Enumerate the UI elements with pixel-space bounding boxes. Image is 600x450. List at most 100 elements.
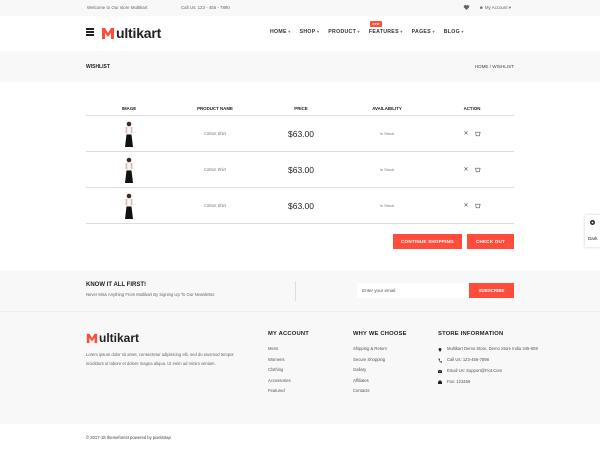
availability-status: in Stock bbox=[379, 203, 395, 208]
table-row: Cotton Shirt $63.00 in Stock ✕ bbox=[86, 188, 514, 224]
continue-shopping-button[interactable]: CONTINUE SHOPPING bbox=[393, 234, 462, 249]
store-fax-text: Fax: 123456 bbox=[447, 379, 471, 384]
add-to-cart-icon[interactable] bbox=[474, 131, 481, 137]
footer-link-affiliates[interactable]: Affiliates bbox=[353, 378, 407, 389]
hamburger-menu-icon[interactable] bbox=[86, 28, 94, 36]
logo-text: ultikart bbox=[99, 331, 140, 345]
chevron-down-icon: ▾ bbox=[432, 29, 435, 34]
footer-store-information: STORE INFORMATION Multikart Demo Store, … bbox=[438, 331, 538, 390]
nav-product-label: PRODUCT bbox=[328, 29, 357, 35]
product-name[interactable]: Cotton Shirt bbox=[172, 152, 258, 187]
logo[interactable]: ultikart bbox=[101, 23, 161, 43]
chevron-down-icon: ▾ bbox=[316, 29, 320, 34]
footer-link-womens[interactable]: Womens bbox=[268, 357, 309, 368]
table-row: Cotton Shirt $63.00 in Stock ✕ bbox=[86, 116, 514, 152]
my-account-label: My Account bbox=[484, 5, 508, 10]
footer-link-gallery[interactable]: Gallary bbox=[353, 367, 407, 378]
subscribe-button[interactable]: SUBSCRIBE bbox=[469, 283, 514, 298]
fax-icon bbox=[438, 380, 442, 384]
theme-side-panel[interactable]: Dark bbox=[585, 215, 600, 247]
nav-features[interactable]: FEATURES ▾ bbox=[369, 29, 403, 35]
header-price: PRICE bbox=[294, 106, 308, 111]
chevron-down-icon: ▾ bbox=[508, 5, 511, 10]
map-marker-icon bbox=[438, 347, 442, 352]
footer-why-we-choose: WHY WE CHOOSE Shipping & Return Secure S… bbox=[353, 331, 407, 399]
footer-link-accessories[interactable]: Accessories bbox=[268, 378, 309, 389]
chevron-down-icon: ▾ bbox=[357, 29, 360, 34]
phone-icon bbox=[438, 358, 442, 363]
chevron-down-icon: ▾ bbox=[288, 29, 291, 34]
header-image: IMAGE bbox=[121, 106, 137, 111]
product-image[interactable] bbox=[122, 120, 136, 148]
availability-status: in Stock bbox=[379, 131, 395, 136]
bottom-bar: © 2017-18 themeforest powered by pixelst… bbox=[0, 425, 600, 450]
product-image[interactable] bbox=[122, 192, 136, 220]
dark-mode-toggle[interactable]: Dark bbox=[588, 236, 598, 241]
product-name[interactable]: Cotton Shirt bbox=[172, 116, 258, 151]
remove-icon[interactable]: ✕ bbox=[463, 202, 468, 209]
header-action: ACTION bbox=[463, 106, 481, 111]
footer-logo[interactable]: ultikart bbox=[86, 331, 139, 345]
footer-column-title: MY ACCOUNT bbox=[268, 331, 309, 337]
nav-home-label: HOME bbox=[270, 29, 287, 35]
new-badge: new bbox=[370, 21, 383, 27]
store-email: Email Us: Support@Fiot.Com bbox=[438, 368, 538, 374]
footer-link-featured[interactable]: Featured bbox=[268, 388, 309, 399]
footer-column-title: STORE INFORMATION bbox=[438, 331, 504, 337]
add-to-cart-icon[interactable] bbox=[474, 167, 481, 173]
product-price: $63.00 bbox=[288, 128, 314, 139]
nav-product[interactable]: PRODUCT ▾ bbox=[328, 29, 360, 35]
header-product-name: PRODUCT NAME bbox=[197, 106, 233, 111]
nav-blog-label: BLOG bbox=[443, 29, 460, 35]
nav-features-label: FEATURES bbox=[368, 29, 399, 35]
breadcrumb[interactable]: HOME / WISHLIST bbox=[475, 64, 514, 69]
copyright-text: © 2017-18 themeforest powered by pixelst… bbox=[86, 435, 171, 440]
top-bar: Welcome to Our store Multikart Call Us: … bbox=[0, 0, 600, 16]
nav-home[interactable]: HOME ▾ bbox=[270, 29, 291, 35]
wishlist-table: IMAGE PRODUCT NAME PRICE AVAILABILITY AC… bbox=[86, 102, 514, 224]
footer-link-contacts[interactable]: Contacts bbox=[353, 388, 407, 399]
newsletter-section: KNOW IT ALL FIRST! Never Miss Anything F… bbox=[0, 271, 600, 312]
footer: ultikart Lorem ipsum dolor sit amet, con… bbox=[0, 312, 600, 424]
logo-m-mark bbox=[102, 28, 114, 39]
footer-link-shipping[interactable]: Shipping & Return bbox=[353, 346, 407, 357]
footer-column-title: WHY WE CHOOSE bbox=[353, 331, 407, 337]
nav-blog[interactable]: BLOG ▾ bbox=[444, 29, 464, 35]
email-input[interactable]: Enter your email bbox=[357, 283, 469, 298]
product-name[interactable]: Cotton Shirt bbox=[172, 188, 258, 223]
store-fax: Fax: 123456 bbox=[438, 379, 538, 385]
nav-shop-label: SHOP bbox=[299, 29, 316, 35]
divider bbox=[295, 281, 296, 301]
heart-icon[interactable] bbox=[463, 4, 470, 11]
remove-icon[interactable]: ✕ bbox=[463, 166, 468, 173]
availability-status: in Stock bbox=[379, 167, 395, 172]
product-price: $63.00 bbox=[288, 200, 314, 211]
main-nav: HOME ▾ SHOP ▾ PRODUCT ▾ FEATURES ▾ PAGES ▾ BL… bbox=[270, 21, 473, 35]
add-to-cart-icon[interactable] bbox=[474, 203, 481, 209]
footer-link-clothing[interactable]: Clothing bbox=[268, 367, 309, 378]
envelope-icon bbox=[438, 369, 442, 373]
store-phone: Call Us: 123-456-7898 bbox=[438, 357, 538, 363]
store-address-text: Multikart Demo Store, Demo Store India 3… bbox=[447, 346, 538, 351]
newsletter-heading: KNOW IT ALL FIRST! bbox=[86, 282, 146, 288]
footer-link-secure-shopping[interactable]: Secure Shopping bbox=[353, 357, 407, 368]
product-price: $63.00 bbox=[288, 164, 314, 175]
footer-link-mens[interactable]: Mens bbox=[268, 346, 309, 357]
chevron-down-icon: ▾ bbox=[400, 29, 403, 34]
main-header: ultikart HOME ▾ SHOP ▾ PRODUCT ▾ FEATURES ▾ … bbox=[0, 16, 600, 50]
breadcrumb-section: WISHLIST HOME / WISHLIST bbox=[0, 51, 600, 82]
product-image[interactable] bbox=[122, 156, 136, 184]
nav-pages-label: PAGES bbox=[411, 29, 431, 35]
remove-icon[interactable]: ✕ bbox=[463, 130, 468, 137]
page-title: WISHLIST bbox=[86, 64, 110, 70]
logo-m-mark bbox=[86, 333, 98, 344]
logo-text: ultikart bbox=[116, 25, 162, 41]
store-phone-text: Call Us: 123-456-7898 bbox=[447, 357, 489, 362]
nav-pages[interactable]: PAGES ▾ bbox=[412, 29, 435, 35]
my-account-dropdown[interactable]: ☻ My Account ▾ bbox=[479, 5, 511, 11]
footer-description: Lorem ipsum dolor sit amet, consectetur … bbox=[86, 352, 234, 366]
table-header: IMAGE PRODUCT NAME PRICE AVAILABILITY AC… bbox=[86, 102, 514, 116]
gear-icon[interactable] bbox=[589, 219, 596, 226]
nav-shop[interactable]: SHOP ▾ bbox=[300, 29, 320, 35]
checkout-button[interactable]: CHECK OUT bbox=[467, 234, 514, 249]
